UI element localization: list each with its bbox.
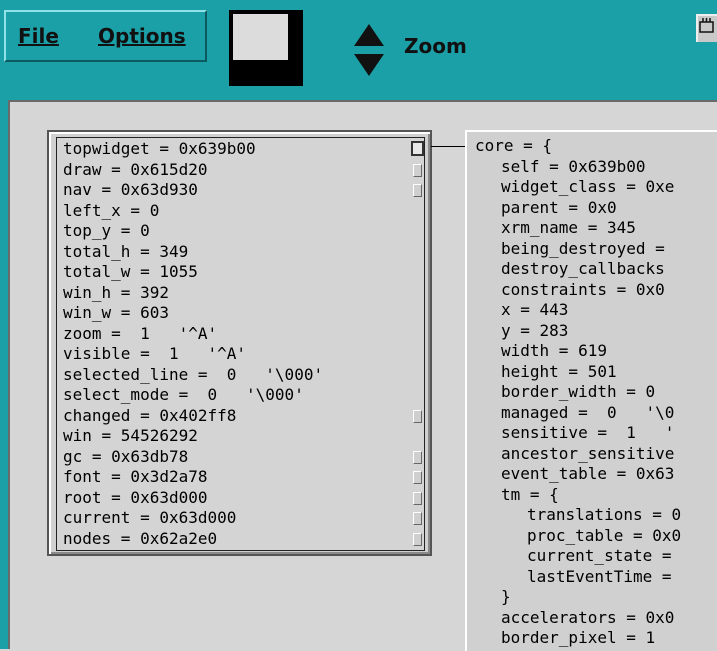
field-row[interactable]: nav = 0x63d930 [63,180,423,201]
field-row[interactable]: selected_line = 0 '\000' [63,365,423,386]
file-menu[interactable]: File [18,24,59,48]
core-field-row[interactable]: height = 501 [501,362,617,383]
pointer-expand-handle[interactable] [413,491,422,505]
field-row[interactable]: changed = 0x402ff8 [63,406,423,427]
core-field-row[interactable]: core = { [475,136,552,157]
pointer-expand-handle[interactable] [413,409,422,423]
struct-node-core[interactable]: core = {self = 0x639b00 widget_class = 0x… [465,130,717,651]
core-field-row[interactable]: lastEventTime = [527,567,681,588]
data-graph-canvas[interactable]: topwidget = 0x639b00 draw = 0x615d20 nav =… [8,100,717,651]
core-field-row[interactable]: x = 443 [501,300,568,321]
field-row[interactable]: nodes = 0x62a2e0 [63,529,423,550]
file-menu-label: File [18,24,59,48]
field-row[interactable]: total_w = 1055 [63,262,423,283]
field-row[interactable]: visible = 1 '^A' [63,344,423,365]
zoom-label: Zoom [404,34,467,58]
struct-node-topwidget[interactable]: topwidget = 0x639b00 draw = 0x615d20 nav =… [47,130,432,556]
field-row[interactable]: win_w = 603 [63,303,423,324]
field-row[interactable]: win = 54526292 [63,426,423,447]
field-row[interactable]: gc = 0x63db78 [63,447,423,468]
core-field-row[interactable]: width = 619 [501,341,607,362]
field-row[interactable]: topwidget = 0x639b00 [63,139,423,160]
zoom-arrows [354,24,384,76]
core-field-row[interactable]: widget_class = 0xe [501,177,674,198]
toolbar: File Options Zoom [0,0,717,92]
struct-node-body: topwidget = 0x639b00 draw = 0x615d20 nav =… [56,137,425,551]
window-menu-icon[interactable] [696,14,717,42]
core-field-row[interactable]: accelerators = 0x0 [501,608,674,629]
pointer-expand-handle[interactable] [413,532,422,546]
core-field-row[interactable]: current_state = [527,546,681,567]
core-field-row[interactable]: event_table = 0x63 [501,464,674,485]
pointer-expand-handle[interactable] [411,141,424,156]
core-field-row[interactable]: border_pixel = 1 [501,628,655,649]
pointer-expand-handle[interactable] [413,184,422,197]
pointer-expand-handle[interactable] [413,471,422,484]
pointer-expand-handle[interactable] [413,512,422,525]
menubar: File Options [4,10,207,62]
field-row[interactable]: root = 0x63d000 [63,488,423,509]
field-row[interactable]: zoom = 1 '^A' [63,324,423,345]
pointer-connector-line [431,146,467,147]
panner-viewport[interactable] [233,14,288,60]
core-field-row[interactable]: constraints = 0x0 [501,280,665,301]
field-row[interactable]: total_h = 349 [63,242,423,263]
core-field-row[interactable]: translations = 0 [527,505,681,526]
triangle-up-icon[interactable] [354,24,384,46]
options-menu-label: Options [98,24,186,48]
core-field-row[interactable]: proc_table = 0x0 [527,526,681,547]
field-row[interactable]: select_mode = 0 '\000' [63,385,423,406]
core-field-row[interactable]: y = 283 [501,321,568,342]
triangle-down-icon[interactable] [354,54,384,76]
core-field-row[interactable]: border_width = 0 [501,382,655,403]
field-row[interactable]: draw = 0x615d20 [63,160,423,181]
core-field-row[interactable]: sensitive = 1 ' [501,423,674,444]
core-field-row[interactable]: destroy_callbacks [501,259,674,280]
pointer-expand-handle[interactable] [413,450,422,464]
core-field-row[interactable]: parent = 0x0 [501,198,617,219]
core-field-row[interactable]: being_destroyed = [501,239,674,260]
left-border-strip [0,92,8,649]
field-row[interactable]: top_y = 0 [63,221,423,242]
field-row[interactable]: win_h = 392 [63,283,423,304]
toolbar-bottom-strip [0,92,717,100]
core-field-row[interactable]: xrm_name = 345 [501,218,636,239]
core-field-row[interactable]: tm = { [501,485,559,506]
keyboard-icon [699,18,714,33]
pointer-expand-handle[interactable] [413,163,422,177]
options-menu[interactable]: Options [98,24,186,48]
core-field-row[interactable]: ancestor_sensitive [501,444,674,465]
panner-overview-icon[interactable] [229,10,303,86]
field-row[interactable]: current = 0x63d000 [63,508,423,529]
core-field-row[interactable]: managed = 0 '\0 [501,403,674,424]
core-field-row[interactable]: } [501,587,511,608]
field-row[interactable]: font = 0x3d2a78 [63,467,423,488]
field-row[interactable]: left_x = 0 [63,201,423,222]
core-field-row[interactable]: self = 0x639b00 [501,157,646,178]
